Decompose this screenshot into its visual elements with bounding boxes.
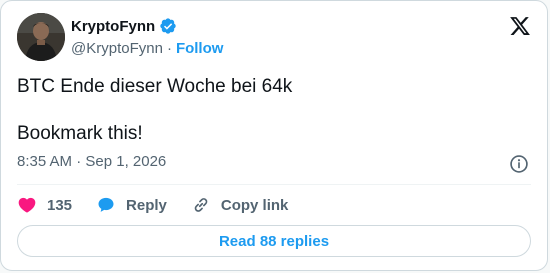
reply-button[interactable]: Reply: [96, 195, 167, 215]
tweet-text-line-1: BTC Ende dieser Woche bei 64k: [17, 76, 293, 97]
verified-badge-icon: [159, 17, 177, 35]
handle[interactable]: @KryptoFynn: [71, 40, 163, 57]
reply-bubble-icon: [98, 197, 114, 212]
author-info: KryptoFynn @KryptoFynn · Follow: [71, 15, 223, 59]
copy-link-button[interactable]: Copy link: [191, 195, 289, 215]
read-replies-label: Read 88 replies: [218, 232, 330, 250]
timestamp[interactable]: 8:35 AM · Sep 1, 2026: [17, 153, 166, 170]
read-replies-button[interactable]: Read 88 replies: [17, 225, 531, 257]
like-count: 135: [47, 196, 73, 214]
separator-dot: ·: [166, 39, 172, 57]
like-button[interactable]: 135: [17, 195, 72, 215]
avatar[interactable]: [17, 13, 65, 61]
link-icon: [194, 198, 208, 212]
tweet-header: KryptoFynn @KryptoFynn · Follow: [17, 13, 533, 63]
x-logo-icon[interactable]: [509, 15, 531, 37]
follow-button[interactable]: Follow: [176, 40, 224, 57]
divider: [17, 184, 531, 185]
tweet-text-line-2: Bookmark this!: [17, 123, 143, 144]
info-icon[interactable]: [509, 154, 529, 174]
copy-link-label: Copy link: [220, 196, 289, 214]
tweet-text: BTC Ende dieser Woche bei 64k Bookmark t…: [17, 75, 292, 146]
display-name[interactable]: KryptoFynn: [71, 18, 155, 35]
heart-icon: [18, 197, 36, 213]
tweet-card: KryptoFynn @KryptoFynn · Follow BTC Ende: [0, 0, 548, 271]
action-bar: 135 Reply Copy link: [17, 193, 312, 217]
reply-label: Reply: [126, 196, 167, 214]
